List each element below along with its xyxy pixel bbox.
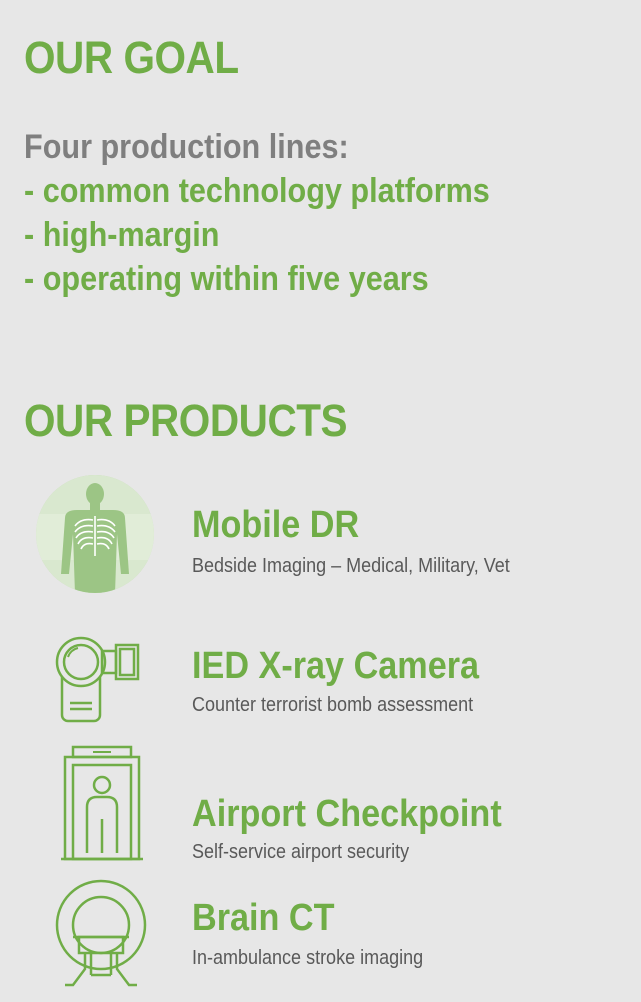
product-ied-camera: IED X-ray Camera Counter terrorist bomb … [0, 617, 641, 727]
ct-scanner-icon [55, 879, 147, 987]
camera-icon [55, 636, 140, 723]
product-description: In-ambulance stroke imaging [192, 947, 424, 969]
goal-bullet: - high-margin [24, 216, 220, 254]
product-brain-ct: Brain CT In-ambulance stroke imaging [0, 865, 641, 995]
product-name: Mobile DR [192, 504, 360, 546]
chest-xray-icon [36, 475, 154, 593]
product-description: Bedside Imaging – Medical, Military, Vet [192, 555, 510, 577]
product-description: Counter terrorist bomb assessment [192, 694, 474, 716]
product-name: IED X-ray Camera [192, 645, 480, 687]
products-heading: OUR PRODUCTS [24, 395, 348, 446]
body-scanner-icon [61, 745, 143, 861]
goal-intro: Four production lines: [24, 128, 349, 166]
goal-heading: OUR GOAL [24, 32, 239, 83]
product-description: Self-service airport security [192, 841, 410, 863]
goal-bullet: - common technology platforms [24, 172, 490, 210]
product-airport-checkpoint: Airport Checkpoint Self-service airport … [0, 735, 641, 865]
product-name: Brain CT [192, 897, 335, 939]
goal-list: Four production lines: - common technolo… [24, 125, 490, 301]
product-name: Airport Checkpoint [192, 793, 502, 835]
product-mobile-dr: Mobile DR Bedside Imaging – Medical, Mil… [0, 474, 641, 594]
goal-bullet: - operating within five years [24, 260, 429, 298]
